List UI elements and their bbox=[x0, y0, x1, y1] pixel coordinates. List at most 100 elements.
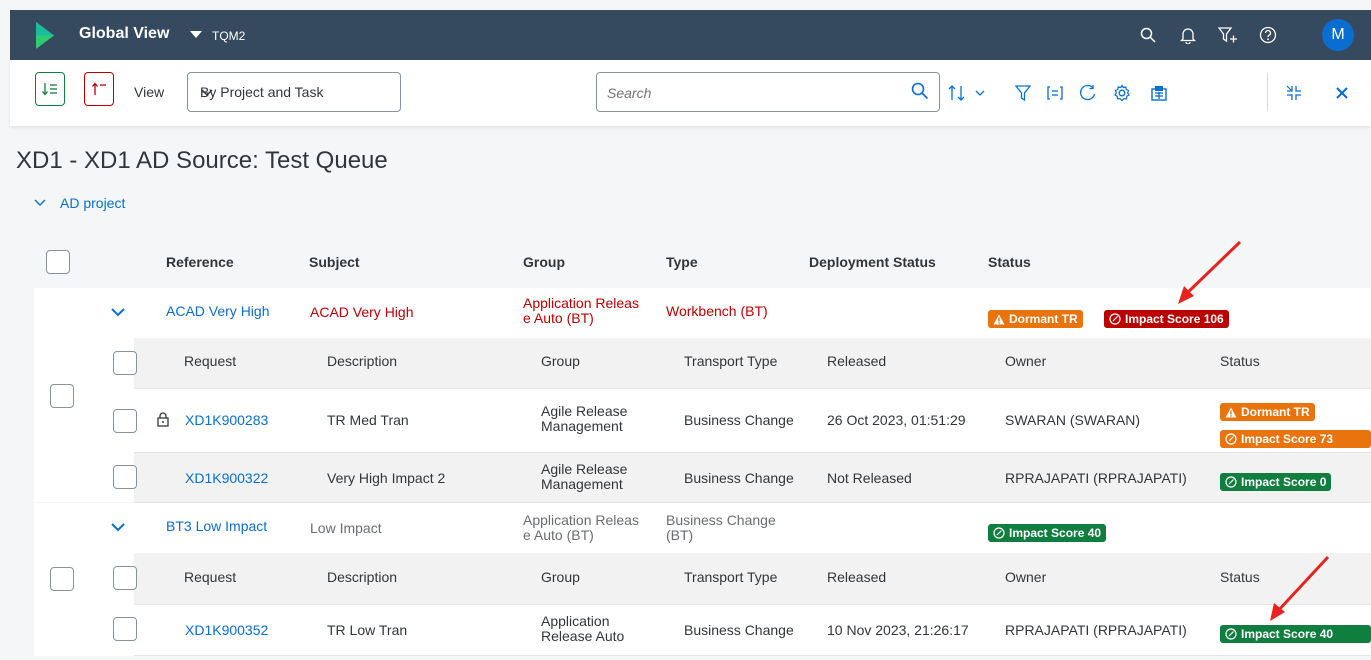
chevron-down-icon bbox=[200, 81, 386, 106]
task-type: Workbench (BT) bbox=[666, 303, 768, 319]
status-badge-impact: Impact Score 106 bbox=[1104, 310, 1229, 328]
chevron-down-icon[interactable] bbox=[190, 31, 202, 38]
column-header-group[interactable]: Group bbox=[541, 569, 580, 585]
request-owner: RPRAJAPATI (RPRAJAPATI) bbox=[1005, 470, 1187, 486]
task-subject: Low Impact bbox=[310, 520, 382, 536]
request-description: TR Low Tran bbox=[327, 622, 408, 638]
request-select-all-checkbox[interactable] bbox=[113, 566, 137, 590]
status-badge-dormant: Dormant TR bbox=[988, 310, 1083, 328]
gauge-icon bbox=[993, 527, 1005, 539]
search-field[interactable] bbox=[596, 72, 940, 112]
chevron-down-icon[interactable] bbox=[110, 520, 126, 538]
lock-icon bbox=[157, 412, 169, 432]
request-link[interactable]: XD1K900352 bbox=[185, 622, 268, 638]
task-checkbox[interactable] bbox=[50, 384, 74, 408]
chevron-down-icon[interactable] bbox=[972, 81, 988, 105]
task-group: BT3 Low Impact Low Impact Application Re… bbox=[34, 503, 1371, 656]
filter-add-icon[interactable] bbox=[1216, 23, 1240, 47]
view-label: View bbox=[134, 84, 165, 100]
request-checkbox[interactable] bbox=[113, 465, 137, 489]
settings-icon[interactable] bbox=[1110, 81, 1134, 105]
search-icon[interactable] bbox=[911, 82, 929, 105]
sort-icon[interactable] bbox=[946, 81, 968, 105]
request-transport-type: Business Change bbox=[684, 412, 794, 428]
request-checkbox[interactable] bbox=[113, 409, 137, 433]
task-type: Business Change (BT) bbox=[666, 512, 776, 543]
refresh-icon[interactable] bbox=[1076, 81, 1100, 105]
column-header-deployment-status[interactable]: Deployment Status bbox=[809, 254, 936, 270]
request-link[interactable]: XD1K900283 bbox=[185, 412, 268, 428]
bell-icon[interactable] bbox=[1176, 23, 1200, 47]
app-title[interactable]: Global View bbox=[79, 25, 169, 43]
request-group: Application Release Auto bbox=[541, 613, 625, 644]
column-header-request[interactable]: Request bbox=[184, 353, 236, 369]
column-header-transport-type[interactable]: Transport Type bbox=[684, 353, 777, 369]
project-group-toggle[interactable]: AD project bbox=[34, 195, 125, 211]
collapse-all-button[interactable] bbox=[84, 72, 114, 106]
filter-icon[interactable] bbox=[1011, 81, 1035, 105]
task-row[interactable]: BT3 Low Impact Low Impact Application Re… bbox=[34, 503, 1371, 553]
view-select[interactable]: By Project and Task bbox=[187, 72, 401, 112]
select-all-checkbox[interactable] bbox=[46, 250, 70, 274]
column-header-status[interactable]: Status bbox=[988, 254, 1031, 270]
request-checkbox[interactable] bbox=[113, 617, 137, 641]
column-header-request[interactable]: Request bbox=[184, 569, 236, 585]
status-badge-impact: Impact Score 73 bbox=[1220, 430, 1371, 448]
request-link[interactable]: XD1K900322 bbox=[185, 470, 268, 486]
request-header-row: Request Description Group Transport Type… bbox=[113, 338, 1371, 389]
avatar[interactable]: M bbox=[1322, 19, 1354, 51]
shell-bar: Global View TQM2 M bbox=[10, 10, 1371, 60]
warning-icon bbox=[993, 314, 1005, 324]
export-icon[interactable] bbox=[1147, 81, 1171, 105]
request-transport-type: Business Change bbox=[684, 470, 794, 486]
help-icon[interactable] bbox=[1256, 23, 1280, 47]
gauge-icon bbox=[1225, 628, 1237, 640]
request-row[interactable]: XD1K900322 Very High Impact 2 Agile Rele… bbox=[113, 453, 1371, 503]
close-icon[interactable] bbox=[1330, 81, 1354, 105]
column-header-owner[interactable]: Owner bbox=[1005, 569, 1046, 585]
column-header-released[interactable]: Released bbox=[827, 569, 886, 585]
search-input[interactable] bbox=[605, 81, 889, 105]
column-header-released[interactable]: Released bbox=[827, 353, 886, 369]
request-owner: SWARAN (SWARAN) bbox=[1005, 412, 1141, 428]
task-reference-link[interactable]: BT3 Low Impact bbox=[166, 518, 267, 534]
status-badge-impact: Impact Score 40 bbox=[988, 524, 1107, 542]
warning-icon bbox=[1225, 407, 1237, 417]
column-header-owner[interactable]: Owner bbox=[1005, 353, 1046, 369]
annotation-arrow bbox=[1178, 240, 1242, 304]
chevron-down-icon[interactable] bbox=[110, 305, 126, 323]
collapse-icon[interactable] bbox=[1282, 81, 1306, 105]
annotation-arrow bbox=[1270, 555, 1330, 621]
column-header-type[interactable]: Type bbox=[666, 254, 698, 270]
search-icon[interactable] bbox=[1136, 23, 1160, 47]
status-badge-impact: Impact Score 0 bbox=[1220, 473, 1332, 491]
sort-ascending-button[interactable] bbox=[35, 72, 65, 106]
request-description: Very High Impact 2 bbox=[327, 470, 446, 486]
task-checkbox[interactable] bbox=[50, 567, 74, 591]
request-released: 26 Oct 2023, 01:51:29 bbox=[827, 412, 966, 428]
column-header-group[interactable]: Group bbox=[523, 254, 565, 270]
request-released: 10 Nov 2023, 21:26:17 bbox=[827, 622, 969, 638]
request-group: Agile Release Management bbox=[541, 403, 628, 434]
toolbar: View By Project and Task bbox=[10, 60, 1371, 126]
request-row[interactable]: XD1K900352 TR Low Tran Application Releas… bbox=[113, 605, 1371, 656]
app-logo[interactable] bbox=[36, 22, 54, 49]
group-by-icon[interactable] bbox=[1043, 81, 1067, 105]
column-header-description[interactable]: Description bbox=[327, 569, 397, 585]
task-reference-link[interactable]: ACAD Very High bbox=[166, 303, 269, 319]
request-header-row: Request Description Group Transport Type… bbox=[113, 553, 1371, 605]
column-header-reference[interactable]: Reference bbox=[166, 254, 234, 270]
column-header-status[interactable]: Status bbox=[1220, 569, 1260, 585]
request-row[interactable]: XD1K900283 TR Med Tran Agile Release Mana… bbox=[113, 389, 1371, 453]
system-subtitle: TQM2 bbox=[212, 29, 246, 43]
page-title: XD1 - XD1 AD Source: Test Queue bbox=[16, 147, 388, 174]
column-header-group[interactable]: Group bbox=[541, 353, 580, 369]
task-group-name: Application Releas e Auto (BT) bbox=[523, 295, 639, 326]
column-header-transport-type[interactable]: Transport Type bbox=[684, 569, 777, 585]
request-owner: RPRAJAPATI (RPRAJAPATI) bbox=[1005, 622, 1187, 638]
column-header-subject[interactable]: Subject bbox=[309, 254, 360, 270]
column-header-description[interactable]: Description bbox=[327, 353, 397, 369]
request-select-all-checkbox[interactable] bbox=[113, 351, 137, 375]
column-header-status[interactable]: Status bbox=[1220, 353, 1260, 369]
request-transport-type: Business Change bbox=[684, 622, 794, 638]
